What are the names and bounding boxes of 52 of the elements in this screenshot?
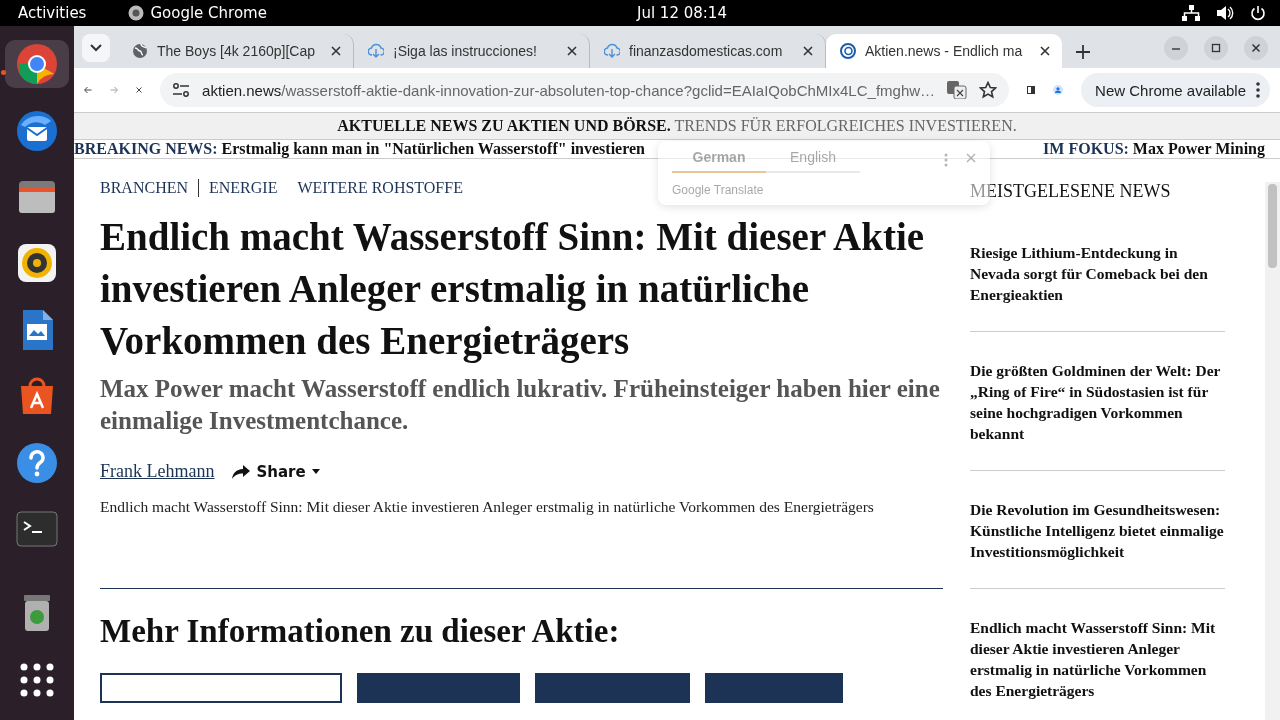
- category-link[interactable]: WEITERE ROHSTOFFE: [287, 179, 473, 197]
- site-settings-icon[interactable]: [172, 83, 191, 97]
- caret-icon: [311, 469, 320, 474]
- close-icon[interactable]: [803, 46, 813, 56]
- author-link[interactable]: Frank Lehmann: [100, 461, 215, 482]
- ticker-item[interactable]: IM FOKUS: Max Power Mining: [1043, 140, 1265, 158]
- url-text: aktien.news/wasserstoff-aktie-dank-innovation-zur-absoluten-top-chance?gclid=EAIaIQobChMIx4LC_fmghw…: [202, 81, 936, 99]
- news-link[interactable]: Riesige Lithium-Entdeckung in Nevada sorgt für Comeback bei den Energieaktien: [970, 242, 1225, 332]
- star-icon[interactable]: [979, 81, 998, 99]
- article-title: Endlich macht Wasserstoff Sinn: Mit dieser Aktie investieren Anleger erstmalig in natürliche Vorkommen des Energieträgers: [100, 214, 926, 365]
- stop-icon[interactable]: [136, 84, 143, 96]
- maximize-icon[interactable]: [1204, 36, 1228, 60]
- close-icon[interactable]: [567, 46, 577, 56]
- app-name: Google Chrome: [150, 4, 267, 22]
- cloud-download-icon: [368, 43, 384, 59]
- info-button[interactable]: [100, 673, 342, 703]
- cloud-download-icon: [604, 43, 620, 59]
- news-link[interactable]: Die größten Goldminen der Welt: Der „Ring of Fire“ in Südostasien ist für seine hochgradigen Vorkommen bekannt: [970, 360, 1225, 471]
- scrollbar[interactable]: [1265, 182, 1280, 720]
- volume-icon[interactable]: [1216, 5, 1234, 21]
- browser-tab[interactable]: Aktien.news - Endlich ma: [826, 34, 1062, 68]
- clock[interactable]: Jul 12 08:14: [637, 4, 727, 22]
- update-button[interactable]: New Chrome available: [1081, 73, 1270, 107]
- more-icon: [1256, 82, 1260, 98]
- globe-icon: [132, 43, 148, 59]
- category-link[interactable]: BRANCHEN: [100, 179, 199, 197]
- minimize-icon[interactable]: [1164, 36, 1188, 60]
- translate-brand: Google Translate: [672, 183, 764, 197]
- share-arrow-icon: [232, 464, 251, 479]
- address-bar[interactable]: aktien.news/wasserstoff-aktie-dank-innovation-zur-absoluten-top-chance?gclid=EAIaIQobChMIx4LC_fmghw…: [160, 73, 1010, 107]
- translate-icon[interactable]: [947, 81, 968, 99]
- activities-button[interactable]: Activities: [18, 4, 87, 22]
- plus-icon[interactable]: [1076, 45, 1090, 59]
- chevron-down-icon: [90, 44, 102, 52]
- news-link[interactable]: Die Revolution im Gesundheitswesen: Künstliche Intelligenz bietet einmalige Investitionsmöglichkeit: [970, 499, 1225, 589]
- section-heading: Mehr Informationen zu dieser Aktie:: [100, 612, 621, 651]
- category-link[interactable]: ENERGIE: [199, 179, 288, 197]
- ticker-item[interactable]: BREAKING NEWS: Erstmalig kann man in "Natürlichen Wasserstoff" investieren: [74, 140, 645, 158]
- sidebar-heading: MEISTGELESENE NEWS: [970, 181, 1172, 202]
- running-indicator: [1, 70, 6, 75]
- article-subtitle: Max Power macht Wasserstoff endlich lukrativ. Früheinsteiger haben hier eine einmalige Investmentchance.: [100, 374, 941, 436]
- power-icon[interactable]: [1250, 5, 1266, 21]
- site-icon: [840, 43, 856, 59]
- news-link[interactable]: Endlich macht Wasserstoff Sinn: Mit dieser Aktie investieren Anleger erstmalig in natürliche Vorkommen des Energieträgers: [970, 617, 1225, 720]
- network-icon[interactable]: [1182, 5, 1200, 21]
- tagline-banner: AKTUELLE NEWS ZU AKTIEN UND BÖRSE. TRENDS FÜR ERFOLGREICHES INVESTIEREN.: [74, 113, 1280, 140]
- share-button[interactable]: Share: [232, 462, 320, 481]
- close-icon[interactable]: [1040, 46, 1050, 56]
- image-alt-text: Endlich macht Wasserstoff Sinn: Mit dieser Aktie investieren Anleger erstmalig in natürliche Vorkommen des Energieträgers: [100, 498, 875, 516]
- chrome-icon: [128, 5, 145, 21]
- close-icon[interactable]: [331, 46, 341, 56]
- tab-search-button[interactable]: [82, 34, 110, 62]
